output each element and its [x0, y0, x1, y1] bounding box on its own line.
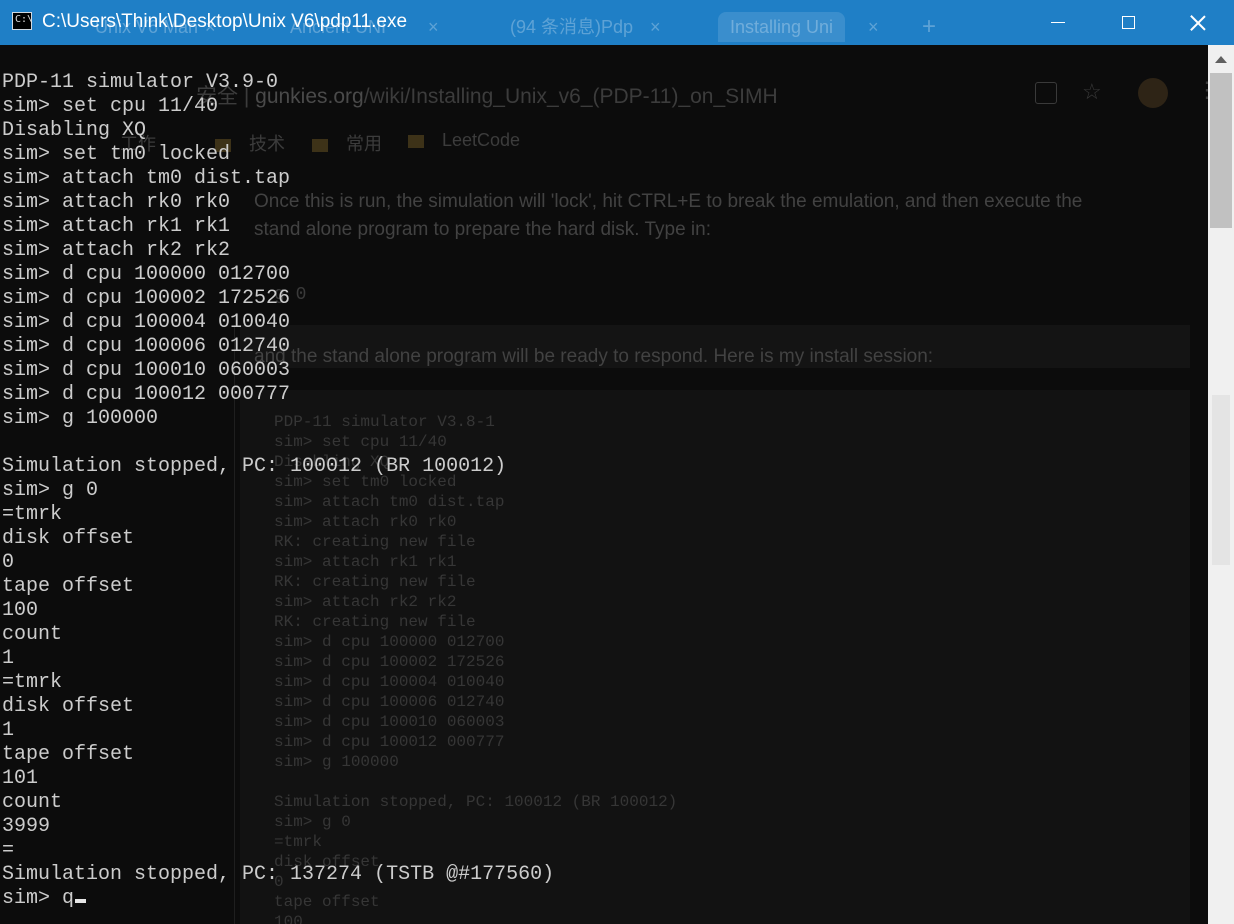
close-button[interactable] — [1163, 0, 1233, 45]
minimize-button[interactable] — [1023, 0, 1093, 45]
console-app-icon: C:\ — [12, 12, 33, 30]
terminal-line: PDP-11 simulator V3.9-0 — [2, 71, 279, 94]
terminal-line: sim> d cpu 100004 010040 — [2, 311, 291, 334]
scroll-thumb[interactable] — [1210, 73, 1232, 228]
console-output-area[interactable]: 安全 | gunkies.org/wiki/Installing_Unix_v6… — [0, 45, 1208, 924]
more-menu-icon: ⋮ — [1196, 77, 1208, 102]
terminal-line: Simulation stopped, PC: 137274 (TSTB @#1… — [2, 863, 555, 886]
scroll-up-button[interactable] — [1208, 45, 1234, 73]
terminal-line: tape offset — [2, 575, 135, 598]
terminal-input-line[interactable]: sim> q — [2, 887, 554, 911]
window-title-bar[interactable]: C:\ Unix V6 Man × Ancient UNI × (94 条消息)… — [0, 0, 1234, 45]
terminal-line: Simulation stopped, PC: 100012 (BR 10001… — [2, 455, 507, 478]
terminal-line: =tmrk — [2, 503, 63, 526]
terminal-line: disk offset — [2, 695, 135, 718]
terminal-line: sim> d cpu 100006 012740 — [2, 335, 291, 358]
terminal-line: 0 — [2, 551, 15, 574]
terminal-line: 100 — [2, 599, 39, 622]
avatar — [1138, 78, 1168, 108]
terminal-line: disk offset — [2, 527, 135, 550]
terminal-prompt: sim> q — [2, 887, 75, 910]
terminal-line: Disabling XQ — [2, 119, 147, 142]
ghost-new-tab-icon: + — [922, 13, 937, 40]
terminal-line: sim> attach tm0 dist.tap — [2, 167, 291, 190]
terminal-line: count — [2, 791, 63, 814]
minimize-icon — [1051, 22, 1065, 23]
terminal-line: count — [2, 623, 63, 646]
terminal-line: 1 — [2, 719, 15, 742]
ghost-tab-3: (94 条消息)Pdp — [510, 17, 634, 37]
close-icon — [1190, 15, 1206, 31]
ghost-tab-4-close-icon: × — [868, 17, 879, 37]
terminal-line: sim> set tm0 locked — [2, 143, 231, 166]
vertical-scrollbar[interactable] — [1208, 45, 1234, 924]
ghost-tab-2-close-icon: × — [428, 17, 439, 37]
terminal-text: PDP-11 simulator V3.9-0 sim> set cpu 11/4… — [2, 71, 554, 911]
scrollbar-track-ghost — [1212, 395, 1230, 565]
terminal-line: 101 — [2, 767, 39, 790]
terminal-line: sim> d cpu 100002 172526 — [2, 287, 291, 310]
terminal-line: sim> attach rk2 rk2 — [2, 239, 231, 262]
maximize-button[interactable] — [1093, 0, 1163, 45]
terminal-line: =tmrk — [2, 671, 63, 694]
terminal-line: sim> set cpu 11/40 — [2, 95, 219, 118]
window-title: C:\Users\Think\Desktop\Unix V6\pdp11.exe — [42, 11, 408, 32]
terminal-line: = — [2, 839, 15, 862]
maximize-icon — [1121, 16, 1135, 29]
terminal-line: tape offset — [2, 743, 135, 766]
ghost-tab-3-close-icon: × — [650, 17, 661, 37]
arrow-up-icon — [1215, 55, 1227, 63]
terminal-line: sim> attach rk1 rk1 — [2, 215, 231, 238]
terminal-line: sim> attach rk0 rk0 — [2, 191, 231, 214]
terminal-line: sim> d cpu 100000 012700 — [2, 263, 291, 286]
terminal-line: sim> g 100000 — [2, 407, 159, 430]
star-icon: ☆ — [1082, 79, 1102, 104]
terminal-line: 3999 — [2, 815, 51, 838]
terminal-line: 1 — [2, 647, 15, 670]
translate-icon — [1035, 82, 1057, 104]
text-cursor — [75, 899, 87, 903]
terminal-line: sim> d cpu 100012 000777 — [2, 383, 291, 406]
terminal-line: sim> d cpu 100010 060003 — [2, 359, 291, 382]
terminal-line: sim> g 0 — [2, 479, 99, 502]
ghost-tab-4: Installing Uni — [718, 12, 846, 42]
